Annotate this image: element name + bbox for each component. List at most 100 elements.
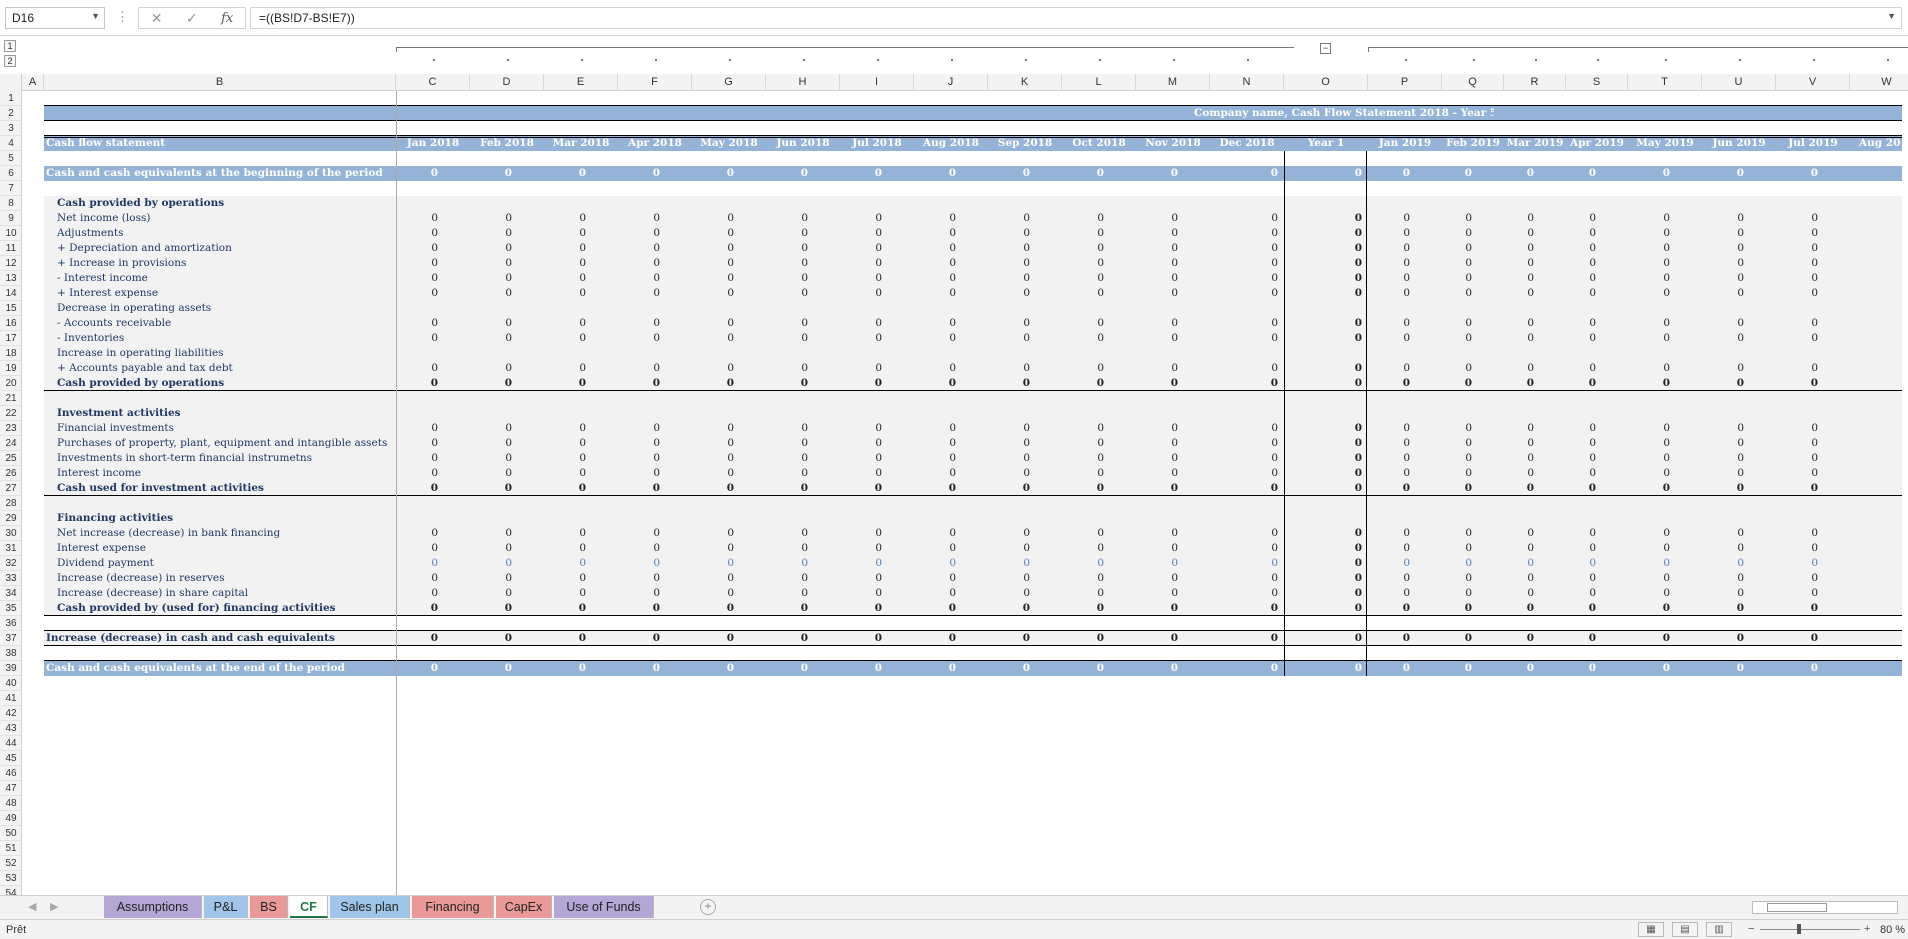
value-cell[interactable]: 0 (544, 286, 588, 301)
value-cell[interactable]: 0 (914, 481, 958, 496)
value-cell[interactable]: 0 (1776, 466, 1820, 481)
value-cell[interactable]: 0 (692, 436, 736, 451)
value-cell[interactable]: 0 (1566, 451, 1598, 466)
value-cell[interactable] (1850, 601, 1894, 616)
value-cell[interactable]: 0 (618, 526, 662, 541)
value-cell[interactable]: 0 (840, 466, 884, 481)
row-header-54[interactable]: 54 (0, 886, 21, 895)
value-cell[interactable]: 0 (1062, 571, 1106, 586)
value-cell[interactable]: 0 (618, 256, 662, 271)
value-cell[interactable]: 0 (1442, 466, 1474, 481)
value-cell[interactable]: 0 (914, 586, 958, 601)
value-cell[interactable]: 0 (1702, 271, 1746, 286)
column-header-j[interactable]: J (914, 74, 988, 91)
value-cell[interactable]: 0 (470, 541, 514, 556)
value-cell[interactable]: 0 (1566, 376, 1598, 391)
value-cell[interactable]: 0 (618, 166, 662, 181)
value-cell[interactable]: 0 (470, 451, 514, 466)
value-cell[interactable]: 0 (988, 376, 1032, 391)
value-cell[interactable]: 0 (1504, 541, 1536, 556)
value-cell[interactable]: 0 (1566, 571, 1598, 586)
zoom-level[interactable]: 80 % (1880, 924, 1905, 936)
value-cell[interactable]: 0 (1628, 421, 1672, 436)
value-cell[interactable]: 0 (766, 331, 810, 346)
row-label[interactable]: Increase (decrease) in share capital (57, 586, 396, 601)
value-cell[interactable]: 0 (1504, 166, 1536, 181)
value-cell[interactable]: 0 (1062, 466, 1106, 481)
value-cell[interactable]: 0 (1628, 631, 1672, 646)
value-cell[interactable]: 0 (1210, 436, 1280, 451)
value-cell[interactable]: 0 (1136, 541, 1180, 556)
value-cell[interactable]: 0 (1442, 601, 1474, 616)
value-cell[interactable]: 0 (1628, 286, 1672, 301)
value-cell[interactable]: 0 (1284, 661, 1364, 676)
value-cell[interactable]: 0 (1504, 571, 1536, 586)
value-cell[interactable]: 0 (914, 286, 958, 301)
value-cell[interactable]: 0 (1368, 631, 1412, 646)
value-cell[interactable]: 0 (840, 661, 884, 676)
value-cell[interactable]: 0 (840, 256, 884, 271)
row-label[interactable]: + Accounts payable and tax debt (57, 361, 396, 376)
value-cell[interactable]: 0 (1776, 271, 1820, 286)
value-cell[interactable]: 0 (1368, 436, 1412, 451)
row-header-30[interactable]: 30 (0, 526, 21, 541)
value-cell[interactable]: 0 (1136, 331, 1180, 346)
value-cell[interactable]: 0 (766, 361, 810, 376)
value-cell[interactable]: 0 (1368, 271, 1412, 286)
value-cell[interactable]: 0 (1210, 166, 1280, 181)
value-cell[interactable]: 0 (1442, 556, 1474, 571)
row-header-11[interactable]: 11 (0, 241, 21, 256)
value-cell[interactable]: 0 (914, 316, 958, 331)
value-cell[interactable] (1850, 421, 1894, 436)
row-label[interactable]: Financial investments (57, 421, 396, 436)
value-cell[interactable]: 0 (1442, 316, 1474, 331)
value-cell[interactable]: 0 (470, 166, 514, 181)
period-header[interactable]: Jun 2018 (766, 136, 840, 151)
value-cell[interactable]: 0 (1284, 481, 1364, 496)
value-cell[interactable]: 0 (1776, 286, 1820, 301)
value-cell[interactable] (1850, 271, 1894, 286)
column-header-c[interactable]: C (396, 74, 470, 91)
normal-view-icon[interactable]: ▦ (1638, 922, 1664, 937)
row-label[interactable]: Investment activities (57, 406, 396, 421)
value-cell[interactable]: 0 (1210, 331, 1280, 346)
row-header-50[interactable]: 50 (0, 826, 21, 841)
row-header-22[interactable]: 22 (0, 406, 21, 421)
value-cell[interactable]: 0 (692, 226, 736, 241)
column-header-l[interactable]: L (1062, 74, 1136, 91)
row-header-21[interactable]: 21 (0, 391, 21, 406)
value-cell[interactable]: 0 (1566, 526, 1598, 541)
value-cell[interactable]: 0 (692, 331, 736, 346)
value-cell[interactable]: 0 (1210, 631, 1280, 646)
value-cell[interactable]: 0 (396, 661, 440, 676)
value-cell[interactable]: 0 (544, 601, 588, 616)
value-cell[interactable]: 0 (914, 211, 958, 226)
value-cell[interactable]: 0 (914, 436, 958, 451)
value-cell[interactable] (1850, 316, 1894, 331)
row-header-48[interactable]: 48 (0, 796, 21, 811)
value-cell[interactable]: 0 (1368, 331, 1412, 346)
value-cell[interactable]: 0 (1504, 586, 1536, 601)
row-label[interactable]: Financing activities (57, 511, 396, 526)
value-cell[interactable]: 0 (396, 571, 440, 586)
value-cell[interactable]: 0 (1210, 661, 1280, 676)
page-layout-view-icon[interactable]: ▤ (1672, 922, 1698, 937)
value-cell[interactable]: 0 (1566, 436, 1598, 451)
value-cell[interactable]: 0 (1566, 421, 1598, 436)
row-label[interactable]: Cash provided by operations (57, 376, 396, 391)
value-cell[interactable]: 0 (1628, 601, 1672, 616)
value-cell[interactable]: 0 (1136, 601, 1180, 616)
zoom-slider-thumb[interactable] (1797, 924, 1801, 934)
row-header-5[interactable]: 5 (0, 151, 21, 166)
value-cell[interactable]: 0 (914, 361, 958, 376)
chevron-down-icon[interactable]: ▼ (1887, 11, 1896, 21)
value-cell[interactable]: 0 (1136, 451, 1180, 466)
value-cell[interactable]: 0 (1062, 316, 1106, 331)
value-cell[interactable] (1850, 286, 1894, 301)
value-cell[interactable]: 0 (840, 316, 884, 331)
row-label[interactable]: - Interest income (57, 271, 396, 286)
value-cell[interactable]: 0 (618, 556, 662, 571)
period-header[interactable]: Mar 2018 (544, 136, 618, 151)
value-cell[interactable]: 0 (1210, 241, 1280, 256)
value-cell[interactable]: 0 (1284, 421, 1364, 436)
